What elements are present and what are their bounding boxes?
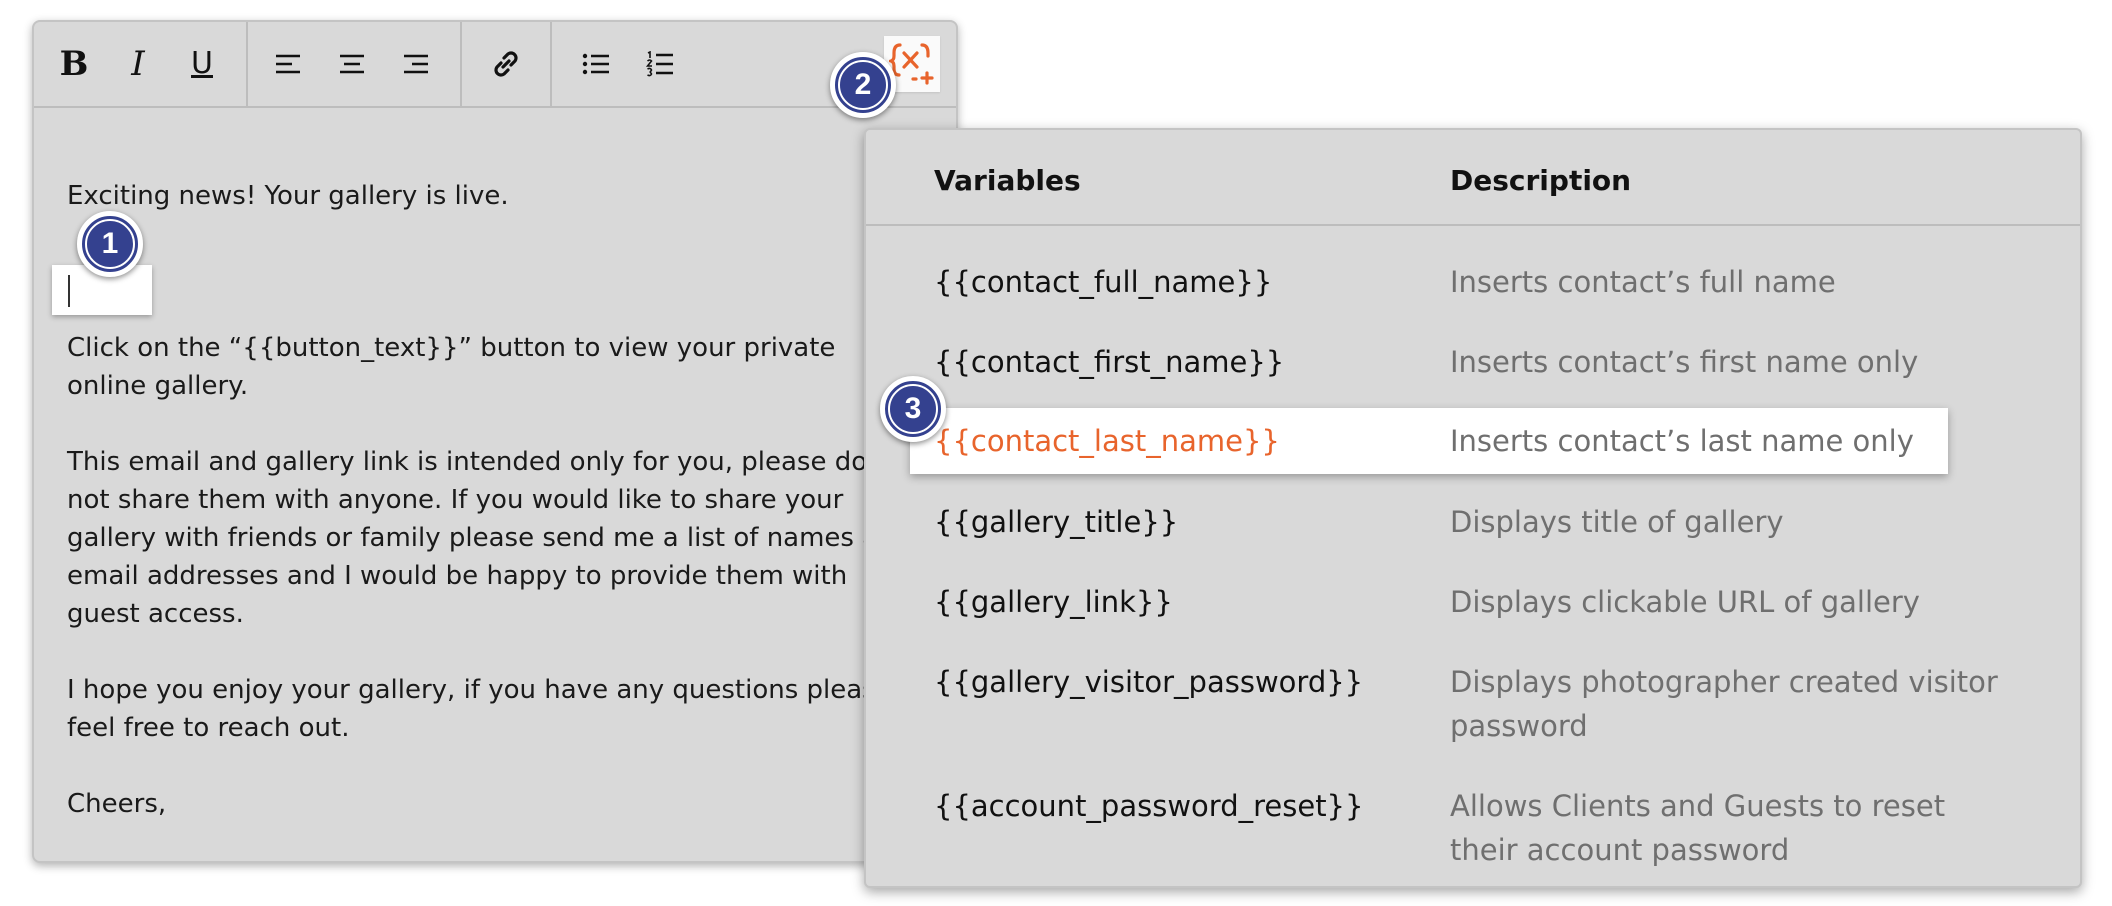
- variable-row-contact-last-name[interactable]: {{contact_last_name}} Inserts contact’s …: [910, 408, 1948, 474]
- list-group: [552, 22, 714, 106]
- variable-token: {{contact_first_name}}: [934, 345, 1285, 379]
- variable-description: Inserts contact’s first name only: [1450, 345, 1919, 379]
- variables-popup: Variables Description {{contact_full_nam…: [864, 128, 2082, 888]
- italic-button[interactable]: I: [106, 32, 170, 96]
- paragraph-privacy: This email and gallery link is intended …: [67, 447, 912, 629]
- bullet-list-icon: [582, 53, 609, 75]
- variable-token: {{contact_last_name}}: [934, 424, 1280, 458]
- link-button[interactable]: [474, 32, 538, 96]
- text-cursor: [68, 275, 70, 307]
- variable-description: Inserts contact’s last name only: [1450, 424, 1914, 458]
- underline-icon: U: [191, 46, 213, 81]
- paragraph-signoff: Cheers,: [67, 789, 167, 819]
- email-editor: B I U Exciting news! Your gallery is liv…: [32, 20, 958, 863]
- align-center-icon: [340, 54, 364, 74]
- text-style-group: B I U: [34, 22, 248, 106]
- link-group: [462, 22, 552, 106]
- description-column-header: Description: [1450, 164, 1632, 197]
- italic-icon: I: [131, 44, 145, 84]
- variable-token: {{gallery_visitor_password}}: [934, 665, 1364, 699]
- insert-variable-icon: [889, 43, 934, 85]
- bold-button[interactable]: B: [42, 32, 106, 96]
- numbered-list-icon: [646, 51, 673, 77]
- callout-badge-1: 1: [77, 211, 143, 277]
- align-left-icon: [276, 54, 300, 74]
- editor-toolbar: B I U: [34, 22, 956, 108]
- variable-description: Displays title of gallery: [1450, 505, 1784, 539]
- paragraph-closing: I hope you enjoy your gallery, if you ha…: [67, 675, 892, 743]
- paragraph-button-text: Click on the “{{button_text}}” button to…: [67, 333, 836, 401]
- link-icon: [494, 51, 518, 77]
- bold-icon: B: [59, 44, 89, 84]
- variables-column-header: Variables: [934, 164, 1081, 197]
- align-right-icon: [404, 54, 428, 74]
- underline-button[interactable]: U: [170, 32, 234, 96]
- align-center-button[interactable]: [320, 32, 384, 96]
- callout-badge-3: 3: [880, 376, 946, 442]
- variable-token: {{gallery_link}}: [934, 585, 1173, 619]
- popup-header: Variables Description: [866, 130, 2080, 226]
- align-left-button[interactable]: [256, 32, 320, 96]
- numbered-list-button[interactable]: [628, 32, 692, 96]
- variable-token: {{gallery_title}}: [934, 505, 1179, 539]
- variable-description: Displays clickable URL of gallery: [1450, 585, 1920, 619]
- variable-token: {{contact_full_name}}: [934, 265, 1273, 299]
- callout-badge-2: 2: [830, 52, 896, 118]
- paragraph-intro: Exciting news! Your gallery is live.: [67, 181, 509, 211]
- variable-description: Inserts contact’s full name: [1450, 265, 1836, 299]
- align-right-button[interactable]: [384, 32, 448, 96]
- variable-token: {{account_password_reset}}: [934, 789, 1364, 823]
- variable-description: Allows Clients and Guests to reset their…: [1450, 789, 1946, 867]
- email-body[interactable]: Exciting news! Your gallery is live. Cli…: [67, 177, 917, 861]
- bullet-list-button[interactable]: [564, 32, 628, 96]
- variable-description: Displays photographer created visitor pa…: [1450, 665, 1998, 743]
- alignment-group: [248, 22, 462, 106]
